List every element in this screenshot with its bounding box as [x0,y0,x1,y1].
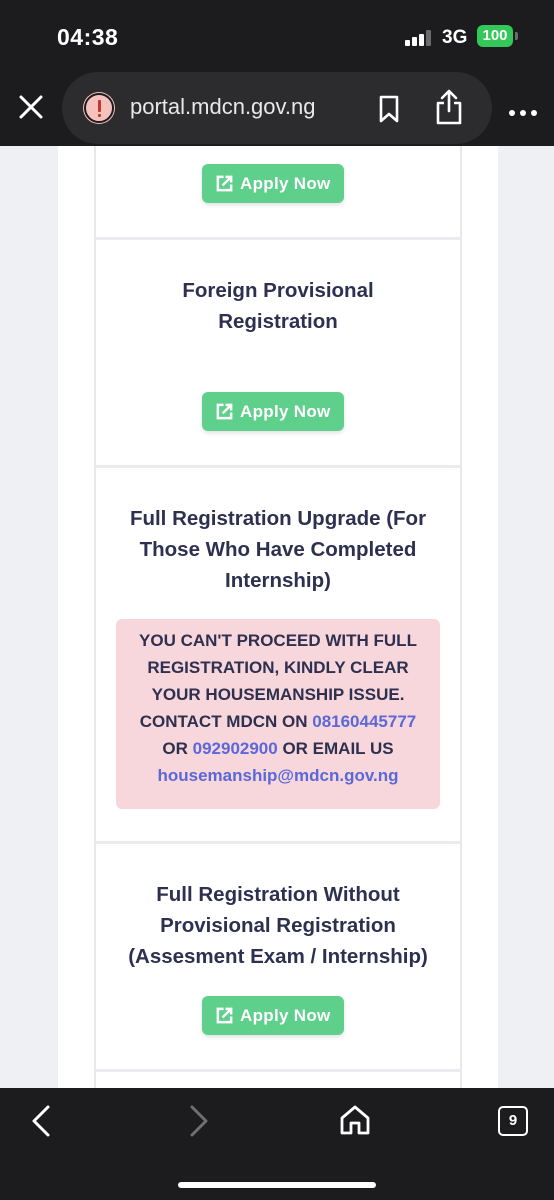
external-link-icon [216,175,233,192]
status-bar: 04:38 3G 100 [0,0,554,70]
share-icon[interactable] [434,88,464,126]
external-link-icon [216,1007,233,1024]
warning-icon[interactable] [84,93,114,123]
tabs-icon[interactable]: 9 [498,1106,528,1136]
network-type: 3G [442,27,468,48]
card-title: Foreign Provisional Registration [182,279,374,333]
battery-icon: 100 [477,25,513,47]
registration-card: Apply Now [94,146,462,240]
apply-now-label: Apply Now [240,402,331,421]
status-time: 04:38 [57,24,119,50]
battery-cap [515,32,518,40]
next-card [94,1072,462,1088]
apply-now-button[interactable]: Apply Now [202,392,344,431]
browser-toolbar: 9 [0,1088,554,1200]
external-link-icon [216,403,233,420]
home-indicator[interactable] [178,1182,376,1188]
content-panel: Apply Now Foreign Provisional Registrati… [58,146,498,1088]
chevron-left-icon[interactable] [28,1104,54,1138]
apply-now-label: Apply Now [240,174,331,193]
phone-link-1[interactable]: 08160445777 [312,712,416,731]
web-content[interactable]: Apply Now Foreign Provisional Registrati… [0,146,554,1088]
url-text[interactable]: portal.mdcn.gov.ng [130,94,315,120]
browser-address-bar: portal.mdcn.gov.ng [0,70,554,146]
close-icon[interactable] [16,92,46,122]
signal-strength-icon [405,30,433,46]
apply-now-label: Apply Now [240,1006,331,1025]
apply-now-button[interactable]: Apply Now [202,164,344,203]
foreign-provisional-card: Foreign Provisional Registration Apply N… [94,240,462,468]
home-icon[interactable] [338,1103,372,1137]
full-registration-without-provisional-card: Full Registration Without Provisional Re… [94,844,462,1072]
card-title: Full Registration Upgrade (For Those Who… [129,507,427,592]
apply-now-button[interactable]: Apply Now [202,996,344,1035]
bookmark-icon[interactable] [376,94,402,124]
phone-link-2[interactable]: 092902900 [193,739,278,758]
card-title: Full Registration Without Provisional Re… [128,883,428,968]
housemanship-alert: YOU CAN'T PROCEED WITH FULL REGISTRATION… [116,619,440,809]
full-registration-upgrade-card: Full Registration Upgrade (For Those Who… [94,468,462,844]
chevron-right-icon[interactable] [186,1104,212,1138]
more-icon[interactable] [508,104,538,116]
email-link[interactable]: housemanship@mdcn.gov.ng [157,766,398,785]
url-field[interactable]: portal.mdcn.gov.ng [62,72,492,144]
